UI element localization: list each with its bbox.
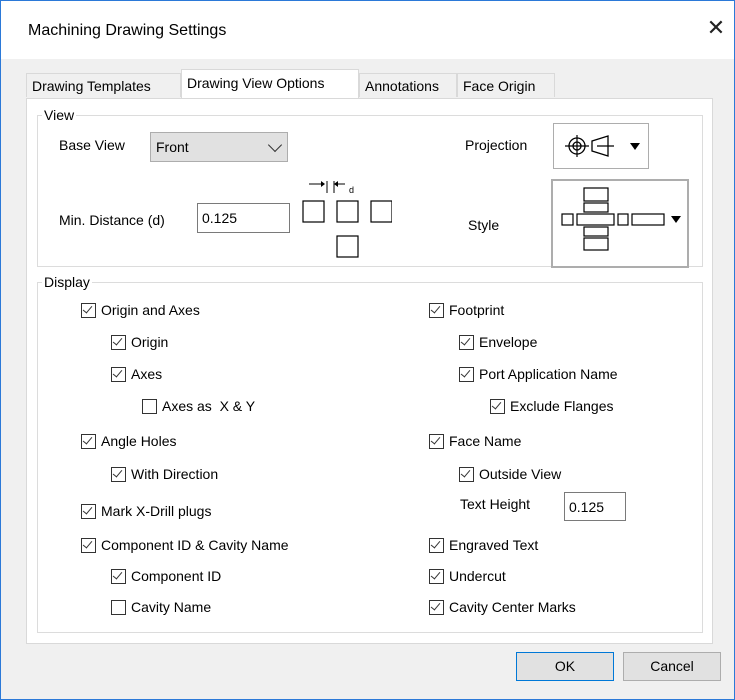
axes-as-xy-label: Axes as X & Y — [162, 398, 256, 414]
chevron-down-icon — [267, 137, 283, 153]
dialog-title: Machining Drawing Settings — [28, 22, 227, 39]
checkbox-unchecked-icon — [142, 398, 157, 414]
origin-checkbox[interactable]: Origin — [111, 333, 168, 351]
checkbox-unchecked-icon — [111, 599, 126, 615]
checkbox-checked-icon — [111, 334, 126, 350]
port-app-name-checkbox[interactable]: Port Application Name — [459, 365, 618, 383]
distance-d-label: d — [349, 185, 354, 195]
engraved-text-label: Engraved Text — [449, 537, 539, 553]
checkbox-checked-icon — [429, 537, 444, 553]
projection-label: Projection — [465, 137, 528, 153]
checkbox-checked-icon — [111, 466, 126, 482]
tab-annotations[interactable]: Annotations — [359, 73, 457, 97]
axes-label: Axes — [131, 366, 163, 382]
with-direction-label: With Direction — [131, 466, 219, 482]
outside-view-label: Outside View — [479, 466, 562, 482]
undercut-label: Undercut — [449, 568, 506, 584]
face-name-checkbox[interactable]: Face Name — [429, 432, 521, 450]
angle-holes-label: Angle Holes — [101, 433, 177, 449]
ok-button[interactable]: OK — [516, 652, 614, 681]
checkbox-checked-icon — [459, 334, 474, 350]
component-cavity-checkbox[interactable]: Component ID & Cavity Name — [81, 536, 289, 554]
min-distance-label: Min. Distance (d) — [59, 212, 165, 228]
first-angle-projection-icon — [565, 135, 640, 157]
checkbox-checked-icon — [111, 568, 126, 584]
title-bar[interactable]: Machining Drawing Settings ✕ — [1, 1, 734, 59]
angle-holes-checkbox[interactable]: Angle Holes — [81, 432, 177, 450]
exclude-flanges-label: Exclude Flanges — [510, 398, 614, 414]
checkbox-checked-icon — [459, 366, 474, 382]
display-legend: Display — [44, 274, 90, 290]
checkbox-checked-icon — [81, 302, 96, 318]
min-distance-input[interactable] — [197, 203, 290, 233]
checkbox-checked-icon — [111, 366, 126, 382]
component-id-checkbox[interactable]: Component ID — [111, 567, 221, 585]
footprint-checkbox[interactable]: Footprint — [429, 301, 504, 319]
axes-checkbox[interactable]: Axes — [111, 365, 162, 383]
checkbox-checked-icon — [81, 503, 96, 519]
engraved-text-checkbox[interactable]: Engraved Text — [429, 536, 538, 554]
footprint-label: Footprint — [449, 302, 505, 318]
tab-panel: View Base View Front Projection Min. Dis… — [26, 98, 713, 644]
checkbox-checked-icon — [429, 599, 444, 615]
close-icon[interactable]: ✕ — [701, 13, 731, 43]
origin-and-axes-label: Origin and Axes — [101, 302, 200, 318]
face-name-label: Face Name — [449, 433, 522, 449]
envelope-label: Envelope — [479, 334, 538, 350]
view-layout-style-icon — [561, 187, 681, 251]
base-view-label: Base View — [59, 137, 125, 153]
checkbox-checked-icon — [459, 466, 474, 482]
exclude-flanges-checkbox[interactable]: Exclude Flanges — [490, 397, 614, 415]
view-legend: View — [44, 107, 75, 123]
origin-label: Origin — [131, 334, 169, 350]
tab-drawing-view-options[interactable]: Drawing View Options — [181, 69, 359, 98]
cavity-center-marks-label: Cavity Center Marks — [449, 599, 576, 615]
cavity-name-checkbox[interactable]: Cavity Name — [111, 598, 211, 616]
text-height-input[interactable] — [564, 492, 626, 521]
cavity-center-marks-checkbox[interactable]: Cavity Center Marks — [429, 598, 576, 616]
projection-button[interactable] — [553, 123, 649, 169]
checkbox-checked-icon — [429, 302, 444, 318]
mark-xdrill-label: Mark X-Drill plugs — [101, 503, 212, 519]
axes-as-xy-checkbox[interactable]: Axes as X & Y — [142, 397, 255, 415]
component-id-label: Component ID — [131, 568, 222, 584]
envelope-checkbox[interactable]: Envelope — [459, 333, 537, 351]
mark-xdrill-checkbox[interactable]: Mark X-Drill plugs — [81, 502, 211, 520]
cavity-name-label: Cavity Name — [131, 599, 212, 615]
style-label: Style — [468, 217, 500, 233]
min-distance-diagram: d — [302, 181, 392, 258]
with-direction-checkbox[interactable]: With Direction — [111, 465, 218, 483]
outside-view-checkbox[interactable]: Outside View — [459, 465, 561, 483]
base-view-dropdown[interactable]: Front — [150, 132, 288, 162]
checkbox-checked-icon — [81, 433, 96, 449]
tab-face-origin[interactable]: Face Origin — [457, 73, 555, 97]
checkbox-checked-icon — [429, 568, 444, 584]
undercut-checkbox[interactable]: Undercut — [429, 567, 506, 585]
tab-drawing-templates[interactable]: Drawing Templates — [26, 73, 181, 97]
port-app-name-label: Port Application Name — [479, 366, 618, 382]
style-button[interactable] — [551, 179, 689, 268]
checkbox-checked-icon — [429, 433, 444, 449]
checkbox-checked-icon — [81, 537, 96, 553]
cancel-button[interactable]: Cancel — [623, 652, 721, 681]
checkbox-checked-icon — [490, 398, 505, 414]
base-view-value: Front — [156, 139, 189, 155]
component-cavity-label: Component ID & Cavity Name — [101, 537, 289, 553]
dialog-window: Machining Drawing Settings ✕ Drawing Tem… — [0, 0, 735, 700]
text-height-label: Text Height — [460, 496, 531, 512]
origin-and-axes-checkbox[interactable]: Origin and Axes — [81, 301, 200, 319]
